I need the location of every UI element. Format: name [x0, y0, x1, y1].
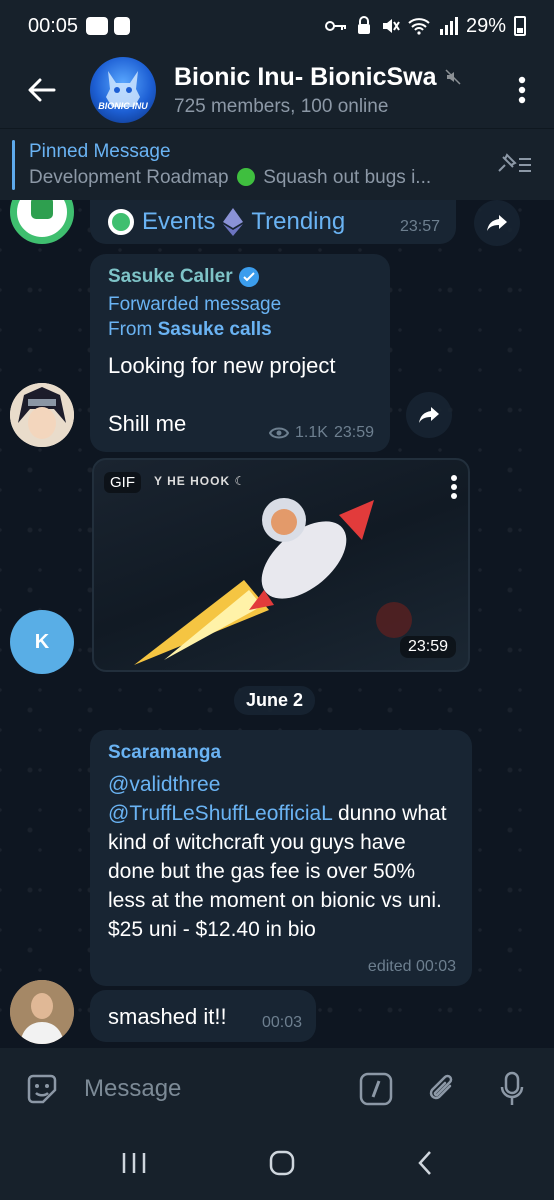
message-text: @validthree @TruffLeShuffLeofficiaL dunn…	[108, 770, 454, 944]
pinned-indicator	[12, 139, 15, 190]
forwarded-from[interactable]: From Sasuke calls	[108, 319, 372, 341]
message-bubble[interactable]: smashed it!! 00:03	[90, 990, 316, 1042]
muted-icon	[444, 69, 461, 85]
pinned-body-prefix: Development Roadmap	[29, 166, 229, 188]
gif-badge: GIF	[104, 472, 141, 493]
pinned-title: Pinned Message	[29, 140, 171, 162]
wifi-icon	[408, 18, 430, 35]
dots-vertical-icon	[451, 475, 457, 499]
message-bubble[interactable]: Scaramanga @validthree @TruffLeShuffLeof…	[90, 730, 472, 986]
recent-apps-icon	[122, 1152, 146, 1173]
pin-list-icon	[498, 152, 531, 172]
message-time: 23:59	[333, 424, 374, 441]
slash-command-icon	[359, 1072, 393, 1106]
group-avatar[interactable]: BIONIC INU	[90, 57, 156, 123]
mute-status-icon	[382, 19, 400, 33]
gif-message[interactable]: GIF Y HE HOOK ☾ 23:59	[92, 458, 470, 672]
chevron-left-icon	[418, 1150, 431, 1175]
member-count: 725 members, 100 online	[174, 95, 389, 117]
voice-record-button[interactable]	[488, 1065, 536, 1113]
date-separator: June 2	[234, 686, 316, 715]
home-icon	[269, 1150, 295, 1175]
pinned-body-suffix: Squash out bugs i...	[263, 166, 432, 188]
verified-icon	[238, 267, 259, 287]
sticker-smile-icon	[27, 1074, 57, 1104]
gif-options-button[interactable]	[450, 474, 458, 505]
message-meta: 1.1K 23:59	[269, 424, 374, 442]
emoji-button[interactable]	[18, 1065, 66, 1113]
bot-commands-button[interactable]	[352, 1065, 400, 1113]
system-navigation-bar	[0, 1130, 554, 1200]
status-time: 00:05	[28, 14, 79, 37]
lock-icon	[357, 16, 370, 34]
chat-header: BIONIC INU Bionic Inu- BionicSwa 725 mem…	[0, 52, 554, 128]
youtube-icon	[86, 17, 109, 35]
avatar[interactable]	[10, 383, 74, 447]
forwarded-label: Forwarded message	[108, 294, 282, 315]
arrow-left-icon	[28, 78, 56, 102]
pinned-message-bar[interactable]: Pinned Message Development Roadmap Squas…	[0, 128, 554, 200]
wolf-logo-icon	[106, 71, 140, 107]
share-arrow-icon	[487, 215, 507, 231]
gif-caption: Y HE HOOK ☾	[154, 474, 247, 488]
avatar[interactable]: K	[10, 610, 74, 674]
status-bar: 00:05 29%	[0, 0, 554, 52]
message-input-bar: Message	[0, 1048, 554, 1130]
ethereum-icon	[223, 208, 244, 236]
forwarded-from-prefix: From	[108, 319, 153, 340]
app-notification-icon	[114, 17, 131, 35]
share-button[interactable]	[474, 200, 520, 246]
green-circle-icon	[236, 167, 255, 186]
message-time: 00:03	[261, 1014, 302, 1031]
view-count: 1.1K	[295, 424, 328, 441]
key-icon	[324, 21, 346, 31]
eye-icon	[269, 427, 290, 439]
events-link[interactable]: Events	[142, 208, 215, 236]
forwarded-from-name[interactable]: Sasuke calls	[158, 319, 272, 340]
recent-apps-button[interactable]	[121, 1151, 147, 1180]
events-icon	[108, 209, 134, 235]
more-options-button[interactable]	[502, 60, 542, 120]
paperclip-icon	[429, 1074, 453, 1100]
sender-name[interactable]: Scaramanga	[108, 742, 454, 764]
message-bubble[interactable]: Events Trending 23:57	[90, 200, 456, 244]
avatar-text: BIONIC INU	[98, 101, 148, 111]
share-arrow-icon	[419, 407, 439, 423]
avatar[interactable]	[10, 980, 74, 1044]
message-list[interactable]: Events Trending 23:57 Sasuke Caller Forw…	[0, 200, 554, 1048]
home-button[interactable]	[269, 1150, 295, 1181]
back-button[interactable]	[12, 60, 72, 120]
pinned-body: Development Roadmap Squash out bugs i...	[29, 167, 490, 189]
signal-icon	[439, 17, 458, 35]
mention-link[interactable]: @validthree	[108, 773, 220, 796]
message-bubble[interactable]: Sasuke Caller Forwarded message From Sas…	[90, 254, 390, 452]
microphone-icon	[500, 1071, 524, 1105]
chat-title: Bionic Inu- BionicSwa	[174, 62, 437, 91]
battery-percent: 29%	[465, 14, 506, 37]
anime-avatar-icon	[10, 383, 74, 447]
trending-link[interactable]: Trending	[251, 208, 345, 236]
message-time: 23:59	[399, 636, 456, 658]
battery-icon	[514, 16, 526, 36]
message-input[interactable]: Message	[84, 1075, 352, 1103]
dots-vertical-icon	[518, 76, 526, 104]
pinned-list-button[interactable]	[490, 141, 538, 189]
share-button[interactable]	[406, 392, 452, 438]
mention-link[interactable]: @TruffLeShuffLeofficiaL	[108, 802, 332, 825]
message-line: Looking for new project	[108, 353, 336, 378]
sender-name: Sasuke Caller	[108, 266, 372, 288]
person-avatar-icon	[10, 980, 74, 1044]
header-info[interactable]: Bionic Inu- BionicSwa 725 members, 100 o…	[174, 63, 502, 118]
attach-button[interactable]	[418, 1065, 466, 1113]
message-time: 23:57	[399, 218, 440, 235]
sender-name-text: Sasuke Caller	[108, 266, 233, 287]
message-meta: edited 00:03	[367, 958, 456, 975]
system-back-button[interactable]	[417, 1150, 433, 1181]
